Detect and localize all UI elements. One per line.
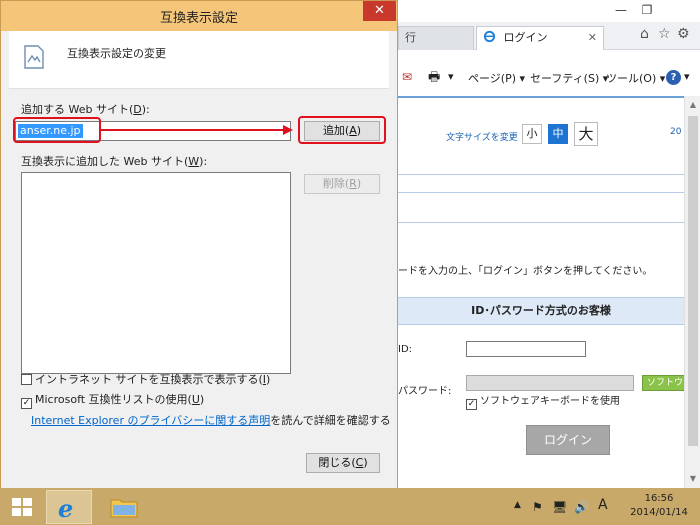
internet-explorer-icon: e bbox=[58, 494, 74, 523]
print-icon[interactable]: 🖶 bbox=[428, 68, 440, 90]
font-small-button[interactable]: 小 bbox=[522, 124, 542, 144]
tab-close-icon[interactable]: ✕ bbox=[588, 27, 597, 49]
compatibility-view-dialog: 互換表示設定 ✕ 互換表示設定の変更 追加する Web サイト(D): anse… bbox=[0, 0, 398, 490]
annotation-arrow bbox=[101, 129, 285, 131]
tab-inactive-label: 行 bbox=[405, 31, 416, 44]
favorites-star-icon[interactable]: ☆ bbox=[658, 26, 671, 46]
id-label: ID: bbox=[398, 344, 413, 355]
highlight-add-button bbox=[298, 116, 386, 144]
tab-login[interactable]: ログイン ✕ bbox=[476, 26, 604, 50]
page-menu[interactable]: ページ(P) ▾ bbox=[468, 70, 525, 86]
page-scrollbar[interactable]: ▲ ▼ bbox=[684, 96, 700, 488]
scrollbar-thumb[interactable] bbox=[688, 116, 698, 446]
intranet-checkbox[interactable] bbox=[21, 374, 32, 385]
action-center-flag-icon[interactable]: ⚑ bbox=[532, 500, 543, 514]
id-input[interactable] bbox=[466, 341, 586, 357]
divider bbox=[398, 222, 684, 223]
network-icon[interactable]: 🖥 bbox=[552, 500, 567, 514]
help-dropdown-icon[interactable]: ▾ bbox=[684, 70, 690, 83]
clock[interactable]: 16:56 2014/01/14 bbox=[624, 492, 694, 520]
mail-icon[interactable]: ✉ bbox=[402, 70, 412, 84]
remove-button[interactable]: 削除(R) bbox=[304, 174, 380, 194]
safety-menu[interactable]: セーフティ(S) ▾ bbox=[530, 70, 608, 86]
login-instruction: ードを入力の上、「ログイン」ボタンを押してください。 bbox=[398, 266, 653, 277]
highlight-site-input bbox=[13, 117, 101, 143]
help-icon[interactable]: ? bbox=[666, 70, 681, 85]
password-label: パスワード: bbox=[398, 386, 452, 397]
command-bar: ✉ 🖶 ▾ ページ(P) ▾ セーフティ(S) ▾ ツール(O) ▾ ? ▾ bbox=[398, 66, 700, 90]
dialog-header-text: 互換表示設定の変更 bbox=[67, 47, 166, 60]
software-keyboard-checkbox[interactable]: ✓ bbox=[466, 399, 477, 410]
add-site-label: 追加する Web サイト(D): bbox=[21, 103, 150, 116]
scroll-up-icon[interactable]: ▲ bbox=[685, 100, 700, 109]
ime-mode-icon[interactable]: A bbox=[598, 497, 608, 513]
ms-compat-list-option[interactable]: ✓ Microsoft 互換性リストの使用(U) bbox=[21, 391, 204, 409]
close-button[interactable]: 閉じる(C) bbox=[306, 453, 380, 473]
tray-overflow-icon[interactable]: ▲ bbox=[514, 500, 521, 510]
font-large-button[interactable]: 大 bbox=[574, 122, 598, 146]
browser-titlebar: — ❐ bbox=[398, 0, 700, 22]
tab-inactive[interactable]: 行 bbox=[398, 26, 474, 50]
font-size-label: 文字サイズを変更 bbox=[446, 133, 518, 143]
web-page-content: 文字サイズを変更 小 中 大 20 ードを入力の上、「ログイン」ボタンを押してく… bbox=[398, 96, 684, 488]
font-medium-button[interactable]: 中 bbox=[548, 124, 568, 144]
divider bbox=[398, 174, 684, 175]
ms-compat-list-checkbox[interactable]: ✓ bbox=[21, 398, 32, 409]
dialog-title: 互換表示設定 bbox=[159, 11, 238, 26]
gear-icon[interactable]: ⚙ bbox=[677, 26, 690, 46]
site-list-label: 互換表示に追加した Web サイト(W): bbox=[21, 155, 208, 168]
taskbar: e ▲ ⚑ 🖥 🔊 A 16:56 2014/01/14 bbox=[0, 488, 700, 525]
page-top-rule bbox=[398, 96, 684, 98]
home-icon[interactable]: ⌂ bbox=[640, 26, 649, 46]
software-keyboard-badge[interactable]: ソフトウェ bbox=[642, 375, 684, 391]
annotation-arrow-head bbox=[283, 125, 293, 135]
year-fragment: 20 bbox=[670, 127, 682, 137]
compatibility-page-icon bbox=[24, 45, 44, 69]
clock-date: 2014/01/14 bbox=[630, 507, 688, 518]
taskbar-ie-button[interactable]: e bbox=[46, 490, 92, 524]
minimize-button[interactable]: — bbox=[610, 0, 632, 20]
privacy-statement: Internet Explorer のプライバシーに関する声明を読んで詳細を確認… bbox=[31, 414, 391, 427]
scroll-down-icon[interactable]: ▼ bbox=[685, 474, 700, 483]
tab-login-label: ログイン bbox=[503, 31, 548, 44]
windows-start-icon[interactable] bbox=[12, 498, 32, 516]
print-dropdown-icon[interactable]: ▾ bbox=[448, 70, 454, 83]
dialog-header: 互換表示設定の変更 bbox=[9, 31, 389, 89]
dialog-close-icon[interactable]: ✕ bbox=[363, 1, 396, 21]
software-keyboard-option[interactable]: ✓ ソフトウェアキーボードを使用 bbox=[466, 392, 620, 410]
compat-site-list[interactable] bbox=[21, 172, 291, 374]
privacy-link[interactable]: Internet Explorer のプライバシーに関する声明 bbox=[31, 414, 270, 427]
tools-menu[interactable]: ツール(O) ▾ bbox=[606, 70, 665, 86]
password-input[interactable] bbox=[466, 375, 634, 391]
volume-icon[interactable]: 🔊 bbox=[574, 500, 589, 514]
tab-bar: 行 ログイン ✕ bbox=[398, 22, 700, 50]
divider bbox=[398, 192, 684, 193]
software-keyboard-label: ソフトウェアキーボードを使用 bbox=[480, 396, 620, 407]
dialog-titlebar: 互換表示設定 ✕ bbox=[1, 1, 397, 31]
id-password-header: ID･パスワード方式のお客様 bbox=[398, 297, 684, 325]
file-explorer-icon[interactable] bbox=[110, 496, 138, 518]
login-button[interactable]: ログイン bbox=[526, 425, 610, 455]
intranet-option[interactable]: イントラネット サイトを互換表示で表示する(I) bbox=[21, 371, 270, 387]
clock-time: 16:56 bbox=[644, 493, 674, 504]
ie-page-icon bbox=[483, 30, 496, 43]
maximize-button[interactable]: ❐ bbox=[636, 0, 658, 20]
